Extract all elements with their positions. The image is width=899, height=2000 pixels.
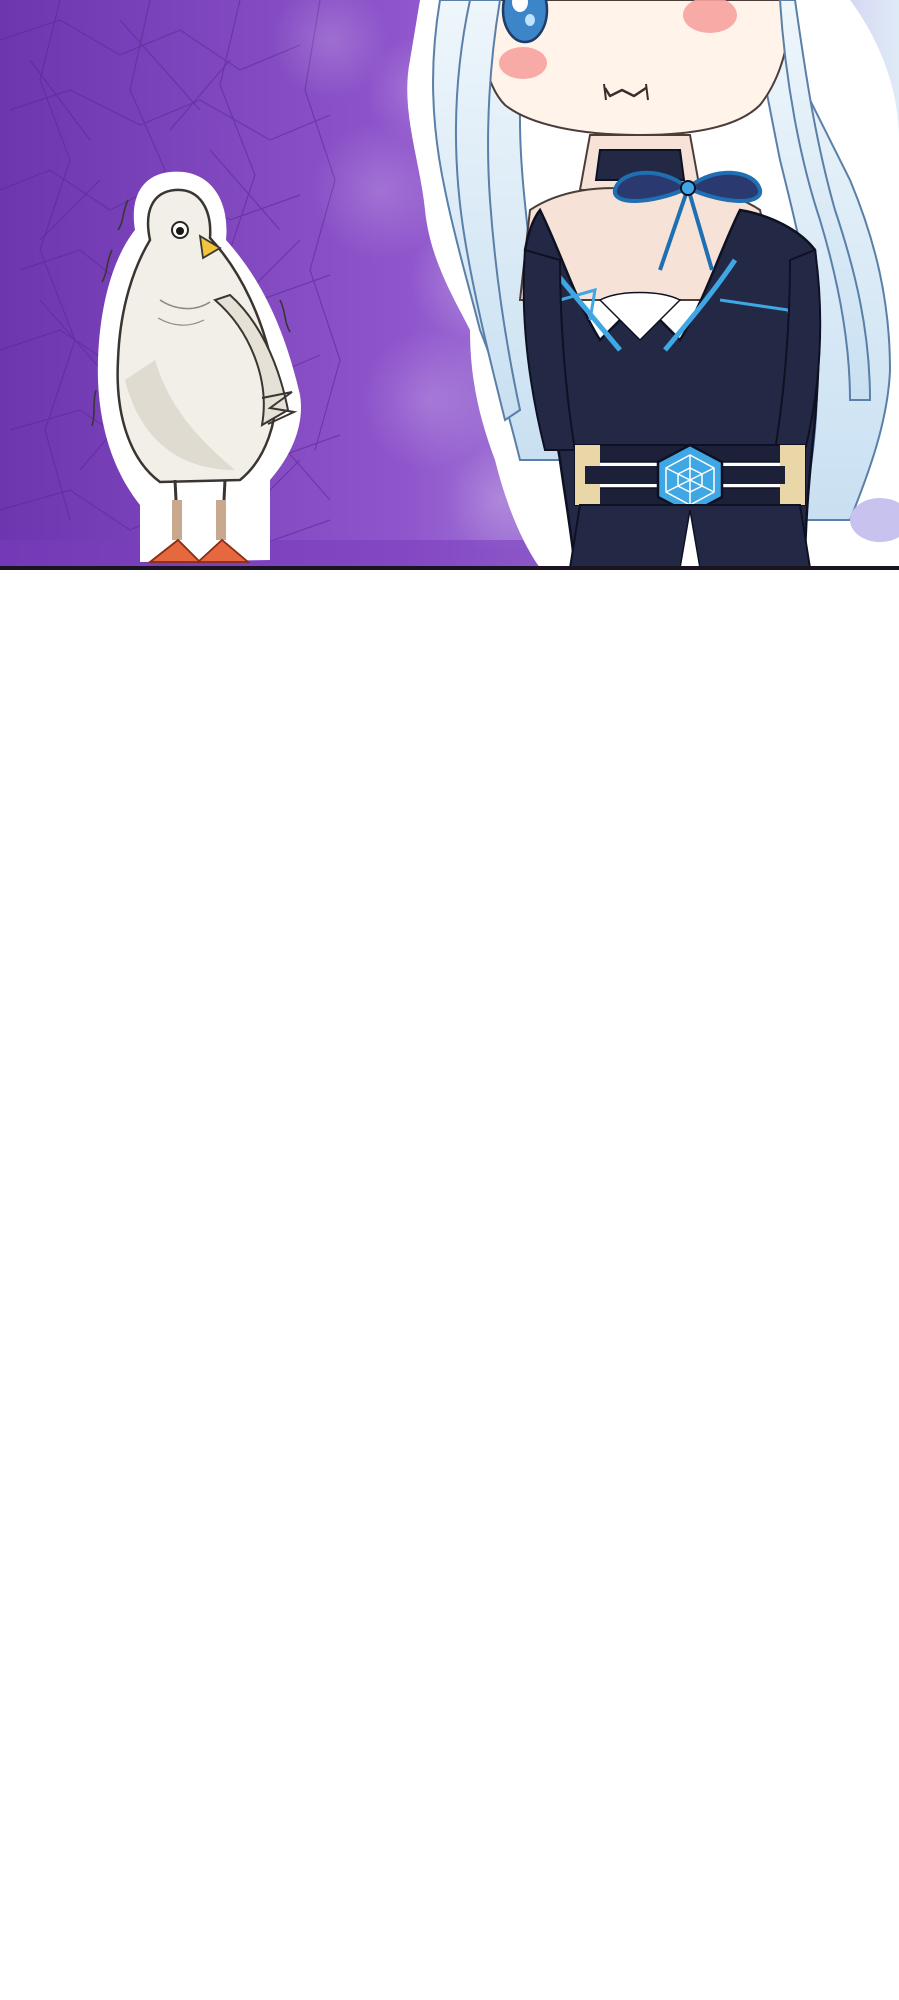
blank-gutter [0,570,899,2000]
dress-belt [574,443,806,516]
girl-blush-left [499,47,547,79]
comic-page [0,0,899,2000]
panel-art [0,0,899,568]
comic-panel [0,0,899,568]
